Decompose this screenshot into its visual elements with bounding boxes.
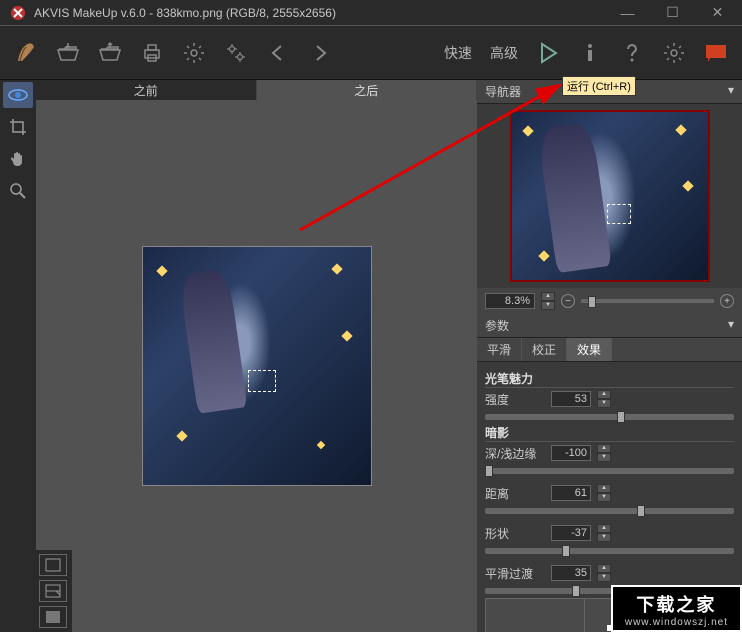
shape-up[interactable]: ▲ — [597, 524, 611, 533]
zoom-out-icon[interactable]: − — [561, 294, 575, 308]
transition-up[interactable]: ▲ — [597, 564, 611, 573]
main-toolbar: 快速 高级 — [0, 26, 742, 80]
watermark: 下载之家 www.windowszj.net — [611, 585, 742, 632]
zoom-controls: 8.3% ▲▼ − + — [477, 288, 742, 314]
zoom-in-icon[interactable]: + — [720, 294, 734, 308]
zoom-value[interactable]: 8.3% — [485, 293, 535, 309]
transition-value[interactable]: 35 — [551, 565, 591, 581]
tab-smooth[interactable]: 平滑 — [477, 338, 522, 361]
info-icon[interactable] — [570, 33, 610, 73]
params-title: 参数 — [485, 317, 509, 334]
shape-slider[interactable] — [485, 548, 734, 554]
distance-down[interactable]: ▼ — [597, 493, 611, 502]
crop-tool-icon[interactable] — [3, 114, 33, 140]
brush-icon[interactable] — [6, 33, 46, 73]
hand-tool-icon[interactable] — [3, 146, 33, 172]
collapse-params-icon[interactable]: ▾ — [728, 317, 734, 334]
zoom-step-down[interactable]: ▼ — [541, 301, 555, 310]
bottom-left-tools — [36, 550, 72, 632]
group-glow: 光笔魅力 — [485, 370, 734, 388]
window-title: AKVIS MakeUp v.6.0 - 838kmo.png (RGB/8, … — [34, 6, 605, 20]
view-mode-1-icon[interactable] — [39, 554, 67, 576]
edge-value[interactable]: -100 — [551, 445, 591, 461]
zoom-slider[interactable] — [581, 299, 714, 303]
navigator-title: 导航器 — [485, 83, 521, 100]
edge-up[interactable]: ▲ — [597, 444, 611, 453]
settings-gear-1-icon[interactable] — [174, 33, 214, 73]
collapse-icon[interactable]: ▾ — [728, 83, 734, 100]
quick-mode-button[interactable]: 快速 — [436, 39, 480, 67]
distance-up[interactable]: ▲ — [597, 484, 611, 493]
settings-gear-2-icon[interactable] — [216, 33, 256, 73]
strength-down[interactable]: ▼ — [597, 399, 611, 408]
strength-label: 强度 — [485, 391, 545, 408]
left-toolbar — [0, 80, 36, 632]
open-icon[interactable] — [48, 33, 88, 73]
watermark-url: www.windowszj.net — [625, 617, 728, 628]
distance-label: 距离 — [485, 485, 545, 502]
strength-slider[interactable] — [485, 414, 734, 420]
view-mode-2-icon[interactable] — [39, 580, 67, 602]
run-button[interactable] — [528, 33, 568, 73]
strength-up[interactable]: ▲ — [597, 390, 611, 399]
shape-label: 形状 — [485, 525, 545, 542]
eye-tool-icon[interactable] — [3, 82, 33, 108]
zoom-tool-icon[interactable] — [3, 178, 33, 204]
tab-after[interactable]: 之后 — [257, 80, 478, 100]
zoom-step-up[interactable]: ▲ — [541, 292, 555, 301]
canvas-image — [142, 246, 372, 486]
notification-icon[interactable] — [696, 33, 736, 73]
group-vignette: 暗影 — [485, 424, 734, 442]
params-header: 参数 ▾ — [477, 314, 742, 338]
transition-down[interactable]: ▼ — [597, 573, 611, 582]
print-icon[interactable] — [132, 33, 172, 73]
distance-slider[interactable] — [485, 508, 734, 514]
workspace: 之前 之后 — [36, 80, 477, 632]
save-icon[interactable] — [90, 33, 130, 73]
minimize-button[interactable]: — — [605, 0, 650, 26]
help-icon[interactable] — [612, 33, 652, 73]
edge-down[interactable]: ▼ — [597, 453, 611, 462]
navigator-thumbnail[interactable] — [510, 110, 710, 282]
view-mode-3-icon[interactable] — [39, 606, 67, 628]
distance-value[interactable]: 61 — [551, 485, 591, 501]
navigator-viewport[interactable] — [607, 204, 631, 224]
close-button[interactable]: ✕ — [695, 0, 740, 26]
back-arrow-icon[interactable] — [258, 33, 298, 73]
titlebar: AKVIS MakeUp v.6.0 - 838kmo.png (RGB/8, … — [0, 0, 742, 26]
param-tabs: 平滑 校正 效果 — [477, 338, 742, 362]
advanced-mode-button[interactable]: 高级 — [482, 39, 526, 67]
selection-marquee[interactable] — [248, 370, 276, 392]
edge-label: 深/浅边缘 — [485, 445, 545, 462]
shape-down[interactable]: ▼ — [597, 533, 611, 542]
preferences-gear-icon[interactable] — [654, 33, 694, 73]
tab-effect[interactable]: 效果 — [567, 338, 612, 361]
watermark-title: 下载之家 — [625, 591, 728, 617]
app-icon — [8, 3, 28, 23]
maximize-button[interactable]: ☐ — [650, 0, 695, 26]
canvas-area[interactable] — [36, 100, 477, 632]
strength-value[interactable]: 53 — [551, 391, 591, 407]
shape-value[interactable]: -37 — [551, 525, 591, 541]
run-tooltip: 运行 (Ctrl+R) — [562, 76, 636, 96]
forward-arrow-icon[interactable] — [300, 33, 340, 73]
tab-before[interactable]: 之前 — [36, 80, 257, 100]
tab-correct[interactable]: 校正 — [522, 338, 567, 361]
right-panel: 导航器 ▾ 8.3% ▲▼ − + 参数 ▾ 平滑 — [477, 80, 742, 632]
edge-slider[interactable] — [485, 468, 734, 474]
transition-label: 平滑过渡 — [485, 565, 545, 582]
